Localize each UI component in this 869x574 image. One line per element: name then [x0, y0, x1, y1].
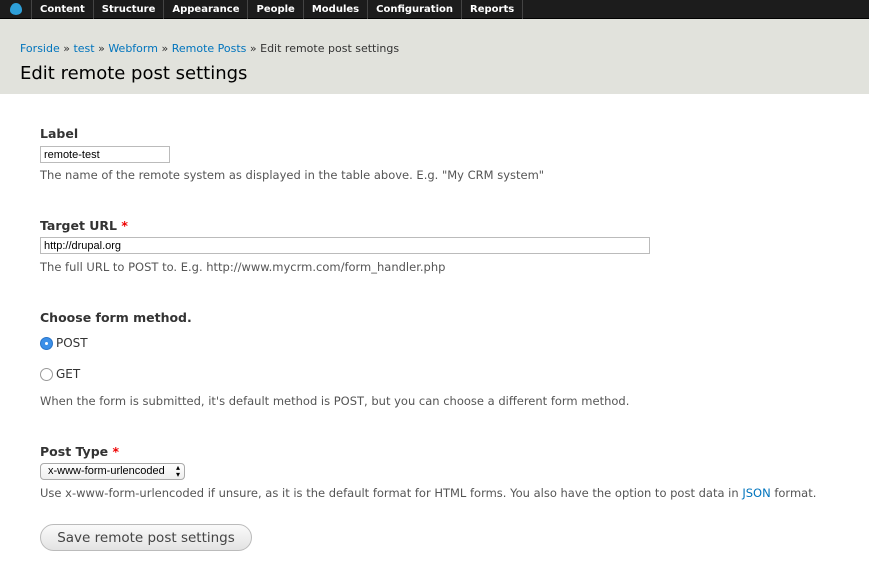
toolbar-reports[interactable]: Reports	[462, 0, 524, 19]
target-url-input[interactable]	[40, 237, 650, 254]
post-type-selected: x-www-form-urlencoded	[48, 465, 165, 477]
toolbar-appearance[interactable]: Appearance	[164, 0, 249, 19]
breadcrumb-sep: »	[161, 42, 169, 55]
target-url-label-text: Target URL	[40, 218, 118, 233]
required-marker: *	[121, 218, 128, 233]
post-type-desc-text: Use x-www-form-urlencoded if unsure, as …	[40, 486, 743, 500]
page-header: Forside » test » Webform » Remote Posts …	[0, 19, 869, 94]
page-title: Edit remote post settings	[20, 63, 248, 84]
post-type-desc-end: format.	[770, 486, 817, 500]
label-input[interactable]	[40, 146, 170, 163]
toolbar-structure[interactable]: Structure	[94, 0, 165, 19]
toolbar-modules[interactable]: Modules	[304, 0, 369, 19]
breadcrumb-sep: »	[98, 42, 105, 55]
post-type-select[interactable]: x-www-form-urlencoded ▴ ▾	[40, 463, 185, 480]
target-url-description: The full URL to POST to. E.g. http://www…	[40, 260, 446, 274]
save-button[interactable]: Save remote post settings	[40, 524, 252, 551]
target-url-label: Target URL *	[40, 218, 128, 233]
form-method-label: Choose form method.	[40, 310, 192, 325]
radio-get[interactable]: GET	[40, 367, 80, 381]
admin-toolbar: Content Structure Appearance People Modu…	[0, 0, 869, 19]
breadcrumb-sep: »	[63, 42, 70, 55]
breadcrumb-remote-posts[interactable]: Remote Posts	[172, 42, 247, 55]
breadcrumb-sep: »	[249, 42, 257, 55]
json-link[interactable]: JSON	[742, 486, 770, 500]
breadcrumb-test[interactable]: test	[73, 42, 94, 55]
toolbar-content[interactable]: Content	[32, 0, 94, 19]
toolbar-people[interactable]: People	[248, 0, 304, 19]
breadcrumb-forside[interactable]: Forside	[20, 42, 60, 55]
post-type-label: Post Type *	[40, 444, 119, 459]
post-type-label-text: Post Type	[40, 444, 109, 459]
drupal-logo-icon[interactable]	[0, 0, 32, 19]
label-field-label: Label	[40, 126, 79, 141]
form-method-description: When the form is submitted, it's default…	[40, 394, 630, 408]
required-marker: *	[112, 444, 120, 459]
radio-get-label: GET	[56, 367, 81, 381]
toolbar-configuration[interactable]: Configuration	[368, 0, 463, 19]
label-description: The name of the remote system as display…	[40, 168, 545, 182]
breadcrumb: Forside » test » Webform » Remote Posts …	[20, 42, 399, 55]
radio-checked-icon[interactable]	[40, 336, 53, 350]
radio-unchecked-icon[interactable]	[40, 367, 53, 381]
radio-post[interactable]: POST	[40, 336, 88, 350]
post-type-description: Use x-www-form-urlencoded if unsure, as …	[40, 486, 816, 500]
select-arrows-icon: ▴ ▾	[175, 463, 180, 479]
radio-post-label: POST	[56, 336, 88, 350]
breadcrumb-webform[interactable]: Webform	[108, 42, 158, 55]
breadcrumb-current: Edit remote post settings	[260, 42, 400, 55]
